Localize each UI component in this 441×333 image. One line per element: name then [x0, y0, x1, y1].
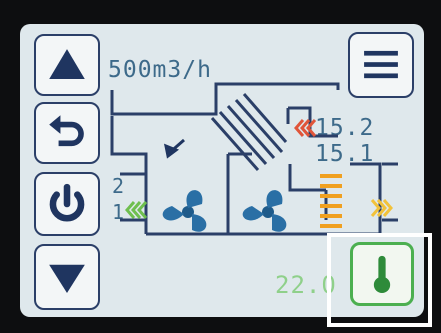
- exhaust-fan-icon: [162, 190, 207, 232]
- bypass-damper-icon: [163, 138, 185, 159]
- highlight-frame: [327, 233, 432, 327]
- supply-fan-icon: [242, 190, 287, 232]
